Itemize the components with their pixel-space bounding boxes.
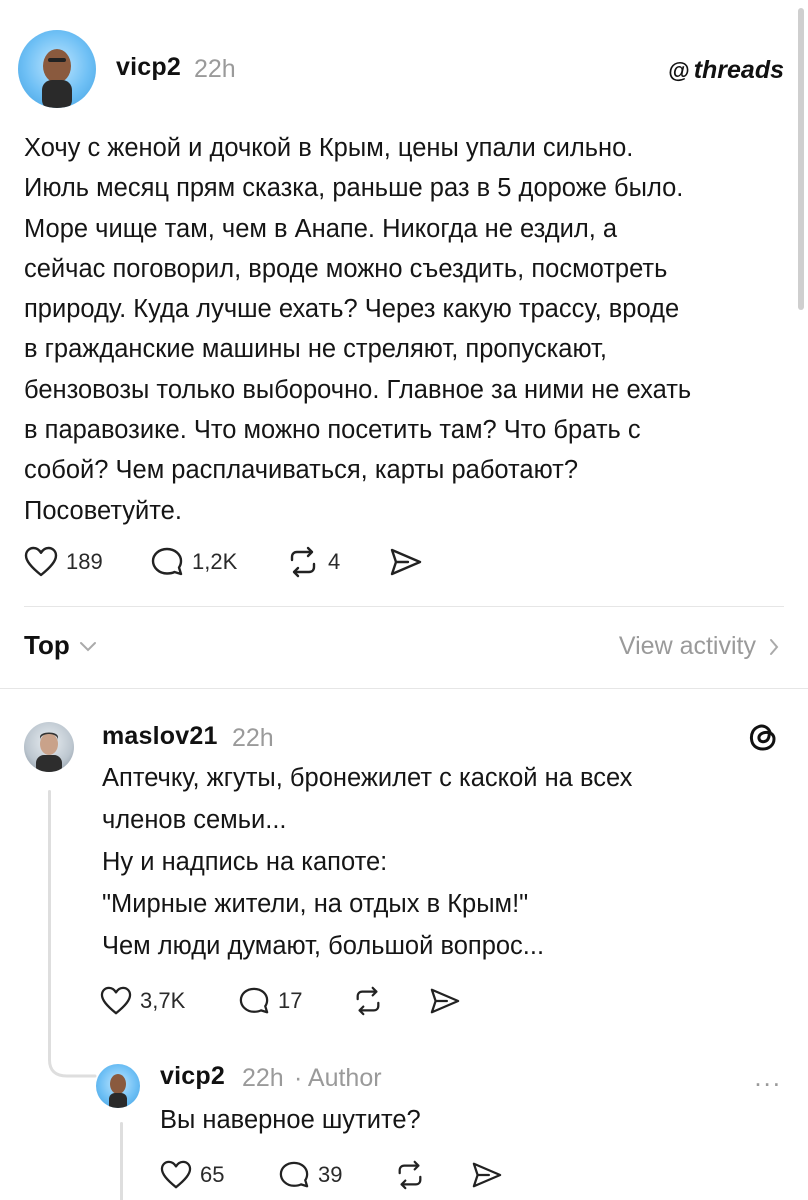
repost-icon: [290, 546, 316, 578]
send-icon: [430, 988, 460, 1014]
scrollbar[interactable]: [798, 8, 804, 310]
nested-reply-time: 22h: [242, 1064, 284, 1092]
send-icon: [472, 1162, 502, 1188]
reply-line-5: Чем люди думают, большой вопрос...: [102, 932, 545, 960]
post-repost-button[interactable]: 4: [286, 546, 340, 578]
repost-icon: [398, 1160, 422, 1190]
nested-repost-button[interactable]: [394, 1160, 426, 1190]
repost-icon: [356, 986, 380, 1016]
threads-brand[interactable]: @ threads: [668, 56, 784, 85]
threads-logo-icon[interactable]: [746, 720, 780, 754]
chevron-down-icon: [79, 641, 96, 651]
post-comment-button[interactable]: 1,2K: [150, 546, 237, 578]
section-divider: [0, 688, 808, 689]
post-author-avatar[interactable]: [18, 30, 96, 108]
nested-reply-username[interactable]: vicp2: [160, 1062, 225, 1091]
threads-brand-label: threads: [693, 56, 784, 84]
post-comment-count: 1,2K: [192, 549, 238, 574]
post-divider: [24, 606, 784, 607]
heart-icon: [100, 986, 132, 1015]
sort-label: Top: [24, 630, 70, 660]
reply-repost-button[interactable]: [352, 986, 384, 1016]
reply-time: 22h: [232, 724, 274, 752]
reply-author-avatar[interactable]: [24, 722, 74, 772]
reply-like-button[interactable]: 3,7K: [100, 986, 185, 1016]
reply-comment-button[interactable]: 17: [238, 986, 302, 1016]
post-body-text: Хочу с женой и дочкой в Крым, цены упали…: [24, 134, 692, 525]
post-repost-count: 4: [328, 549, 341, 574]
comment-bubble-icon: [239, 987, 269, 1014]
reply-line-1: Аптечку, жгуты, бронежилет с каской на в…: [102, 764, 633, 792]
send-icon: [390, 548, 422, 576]
more-options-icon[interactable]: ...: [754, 1062, 782, 1093]
reply-like-count: 3,7K: [140, 988, 186, 1013]
post-share-button[interactable]: [388, 546, 424, 578]
post-like-button[interactable]: 189: [24, 546, 103, 578]
thread-connector-curve: [48, 1034, 97, 1078]
post-time: 22h: [194, 55, 236, 83]
post-username[interactable]: vicp2: [116, 53, 181, 82]
nested-thread-line: [120, 1122, 123, 1200]
nested-reply-avatar[interactable]: [96, 1064, 140, 1108]
author-badge: · Author: [294, 1064, 382, 1092]
nested-reply-text: Вы наверное шутите?: [160, 1106, 421, 1134]
reply-line-4: "Мирные жители, на отдых в Крым!": [102, 890, 529, 918]
nested-share-button[interactable]: [470, 1160, 504, 1190]
view-activity-label: View activity: [618, 632, 756, 660]
reply-line-2: членов семьи...: [102, 806, 287, 834]
nested-like-button[interactable]: 65: [160, 1160, 224, 1190]
comment-bubble-icon: [151, 547, 183, 576]
reply-share-button[interactable]: [428, 986, 462, 1016]
comment-bubble-icon: [279, 1161, 309, 1188]
thread-connector-line: [48, 790, 51, 1038]
reply-username[interactable]: maslov21: [102, 722, 218, 751]
threads-logo-icon: @: [668, 57, 690, 83]
nested-comment-button[interactable]: 39: [278, 1160, 342, 1190]
reply-comment-count: 17: [278, 988, 303, 1013]
heart-icon: [24, 546, 58, 577]
nested-like-count: 65: [200, 1162, 225, 1187]
sort-dropdown[interactable]: Top: [24, 630, 98, 661]
nested-comment-count: 39: [318, 1162, 343, 1187]
view-activity-link[interactable]: View activity: [619, 632, 780, 661]
chevron-right-icon: [770, 638, 779, 655]
heart-icon: [160, 1160, 192, 1189]
reply-line-3: Ну и надпись на капоте:: [102, 848, 388, 876]
post-like-count: 189: [66, 549, 103, 574]
